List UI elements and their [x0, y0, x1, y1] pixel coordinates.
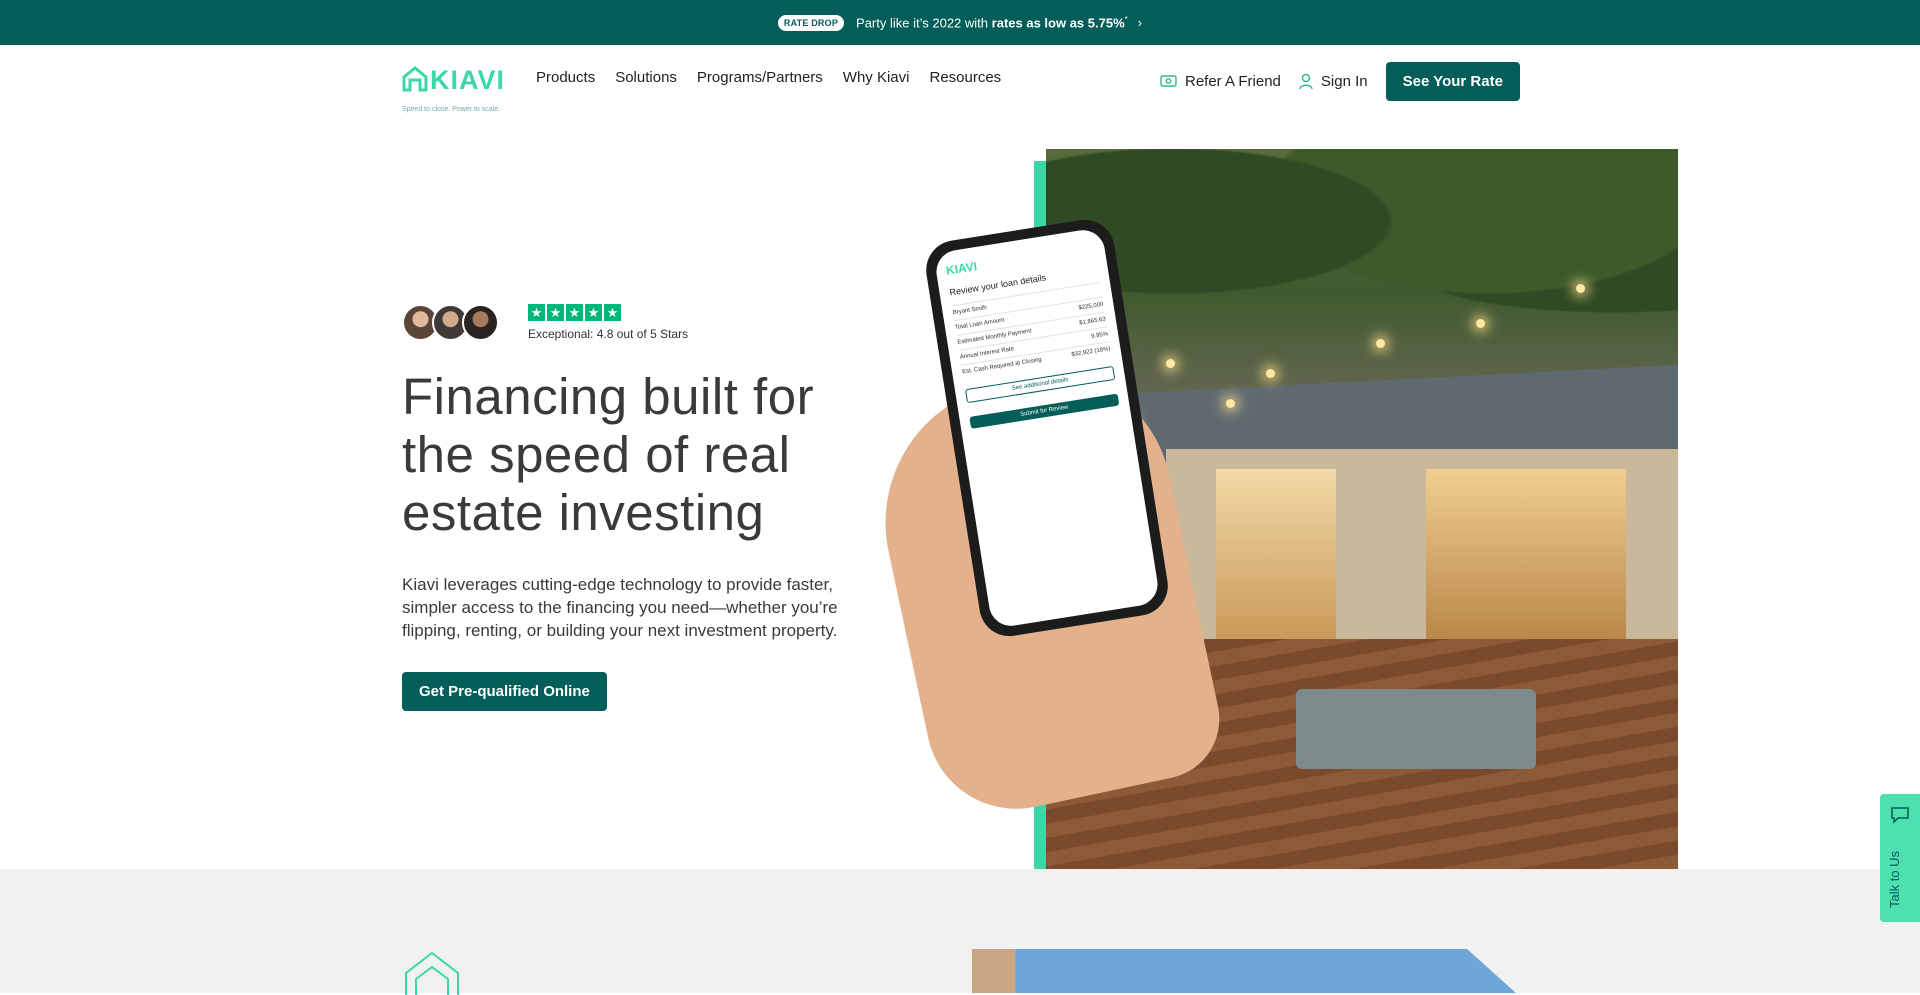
- window: [1216, 469, 1336, 639]
- user-icon: [1299, 73, 1313, 89]
- phone-row-value: $225,000: [1078, 301, 1104, 312]
- banner-text-prefix: Party like it’s 2022 with: [856, 15, 989, 31]
- chevron-right-icon[interactable]: ›: [1138, 15, 1142, 30]
- phone-row-label: Bryant Smith: [952, 304, 988, 317]
- string-light: [1376, 339, 1385, 348]
- star-icon: ★: [566, 304, 583, 321]
- nav-link-resources[interactable]: Resources: [929, 69, 1001, 86]
- banner-text: Party like it’s 2022 with rates as low a…: [856, 15, 1128, 30]
- star-icon: ★: [585, 304, 602, 321]
- string-light: [1576, 284, 1585, 293]
- lower-photo: [972, 949, 1516, 993]
- outdoor-sofa: [1296, 689, 1536, 769]
- star-icon: ★: [528, 304, 545, 321]
- avatar: [462, 304, 499, 341]
- refer-a-friend-link[interactable]: Refer A Friend: [1160, 73, 1281, 90]
- promo-banner[interactable]: RATE DROP Party like it’s 2022 with rate…: [0, 0, 1920, 45]
- banner-sup: *: [1124, 14, 1128, 24]
- hero-title: Financing built for the speed of real es…: [402, 368, 815, 541]
- logo-wordmark: KIAVI: [430, 65, 506, 95]
- star-icon: ★: [604, 304, 621, 321]
- trees: [1046, 149, 1678, 389]
- talk-to-us-label: Talk to Us: [1887, 850, 1902, 908]
- banner-text-bold: rates as low as 5.75%: [991, 15, 1125, 31]
- see-your-rate-button[interactable]: See Your Rate: [1385, 61, 1520, 101]
- house-outline-icon: [405, 951, 459, 995]
- nav-links: Products Solutions Programs/Partners Why…: [536, 69, 1021, 86]
- main-nav: KIAVI Speed to close. Power to scale. Pr…: [0, 45, 1920, 115]
- rate-drop-pill: RATE DROP: [777, 14, 845, 31]
- lower-section: [0, 869, 1920, 995]
- phone-row-value: [1101, 287, 1102, 293]
- phone-row-value: $32,922 (18%): [1071, 346, 1111, 359]
- nav-link-why-kiavi[interactable]: Why Kiavi: [843, 69, 910, 86]
- rating-text: Exceptional: 4.8 out of 5 Stars: [528, 327, 689, 341]
- window: [1426, 469, 1626, 639]
- sign-in-link[interactable]: Sign In: [1299, 73, 1368, 90]
- chat-bubble-icon: [1891, 807, 1909, 824]
- talk-to-us-tab[interactable]: Talk to Us: [1880, 794, 1920, 922]
- house-logo-icon: [402, 66, 428, 92]
- phone-row-value: 9.95%: [1090, 331, 1109, 340]
- customer-avatars: [402, 304, 499, 341]
- trustpilot-rating[interactable]: ★ ★ ★ ★ ★ Exceptional: 4.8 out of 5 Star…: [528, 304, 688, 341]
- sign-in-label: Sign In: [1320, 72, 1368, 90]
- refer-a-friend-label: Refer A Friend: [1185, 72, 1281, 90]
- star-rating: ★ ★ ★ ★ ★: [528, 304, 688, 321]
- string-light: [1166, 359, 1175, 368]
- logo-tagline: Speed to close. Power to scale.: [402, 106, 501, 113]
- get-prequalified-button[interactable]: Get Pre-qualified Online: [402, 672, 607, 711]
- nav-link-products[interactable]: Products: [536, 69, 595, 86]
- nav-link-programs-partners[interactable]: Programs/Partners: [697, 69, 823, 86]
- hero-description: Kiavi leverages cutting-edge technology …: [402, 575, 838, 640]
- money-icon: [1160, 75, 1177, 87]
- string-light: [1226, 399, 1235, 408]
- star-icon: ★: [547, 304, 564, 321]
- kiavi-logo[interactable]: KIAVI Speed to close. Power to scale.: [402, 65, 512, 113]
- phone-row-value: $1,865.63: [1078, 316, 1107, 327]
- nav-actions: Refer A Friend Sign In See Your Rate: [1160, 61, 1520, 101]
- string-light: [1476, 319, 1485, 328]
- rating-block: ★ ★ ★ ★ ★ Exceptional: 4.8 out of 5 Star…: [402, 304, 688, 341]
- nav-link-solutions[interactable]: Solutions: [615, 69, 677, 86]
- string-light: [1266, 369, 1275, 378]
